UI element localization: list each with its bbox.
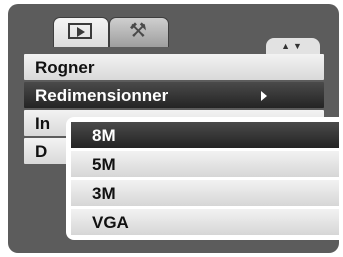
submenu-item-label: VGA bbox=[92, 213, 129, 232]
resize-submenu: 8M 5M 3M VGA bbox=[66, 117, 339, 240]
scroll-indicator: ▲▼ bbox=[266, 38, 320, 54]
menu-item-label: Rogner bbox=[35, 58, 95, 77]
wrench-icon: ⚒ bbox=[129, 20, 147, 42]
menu-item-label: Redimensionner bbox=[35, 86, 169, 105]
play-icon bbox=[68, 23, 92, 39]
submenu-item-3m[interactable]: 3M bbox=[71, 180, 339, 206]
submenu-item-vga[interactable]: VGA bbox=[71, 209, 339, 235]
tab-setup[interactable]: ⚒ bbox=[109, 17, 169, 47]
submenu-arrow-icon bbox=[261, 91, 267, 101]
submenu-item-label: 8M bbox=[92, 126, 116, 145]
submenu-item-8m[interactable]: 8M bbox=[71, 122, 339, 148]
camera-menu-screen: ⚒ ▲▼ Rogner Redimensionner In D 8M 5M 3M… bbox=[8, 4, 339, 253]
menu-item-label: In bbox=[35, 114, 51, 133]
submenu-item-5m[interactable]: 5M bbox=[71, 151, 339, 177]
submenu-item-label: 5M bbox=[92, 155, 116, 174]
menu-item-label: D bbox=[35, 142, 48, 161]
tab-playback[interactable] bbox=[53, 17, 109, 47]
submenu-item-label: 3M bbox=[92, 184, 116, 203]
menu-item-rogner[interactable]: Rogner bbox=[24, 54, 324, 80]
menu-item-redimensionner[interactable]: Redimensionner bbox=[24, 82, 324, 108]
